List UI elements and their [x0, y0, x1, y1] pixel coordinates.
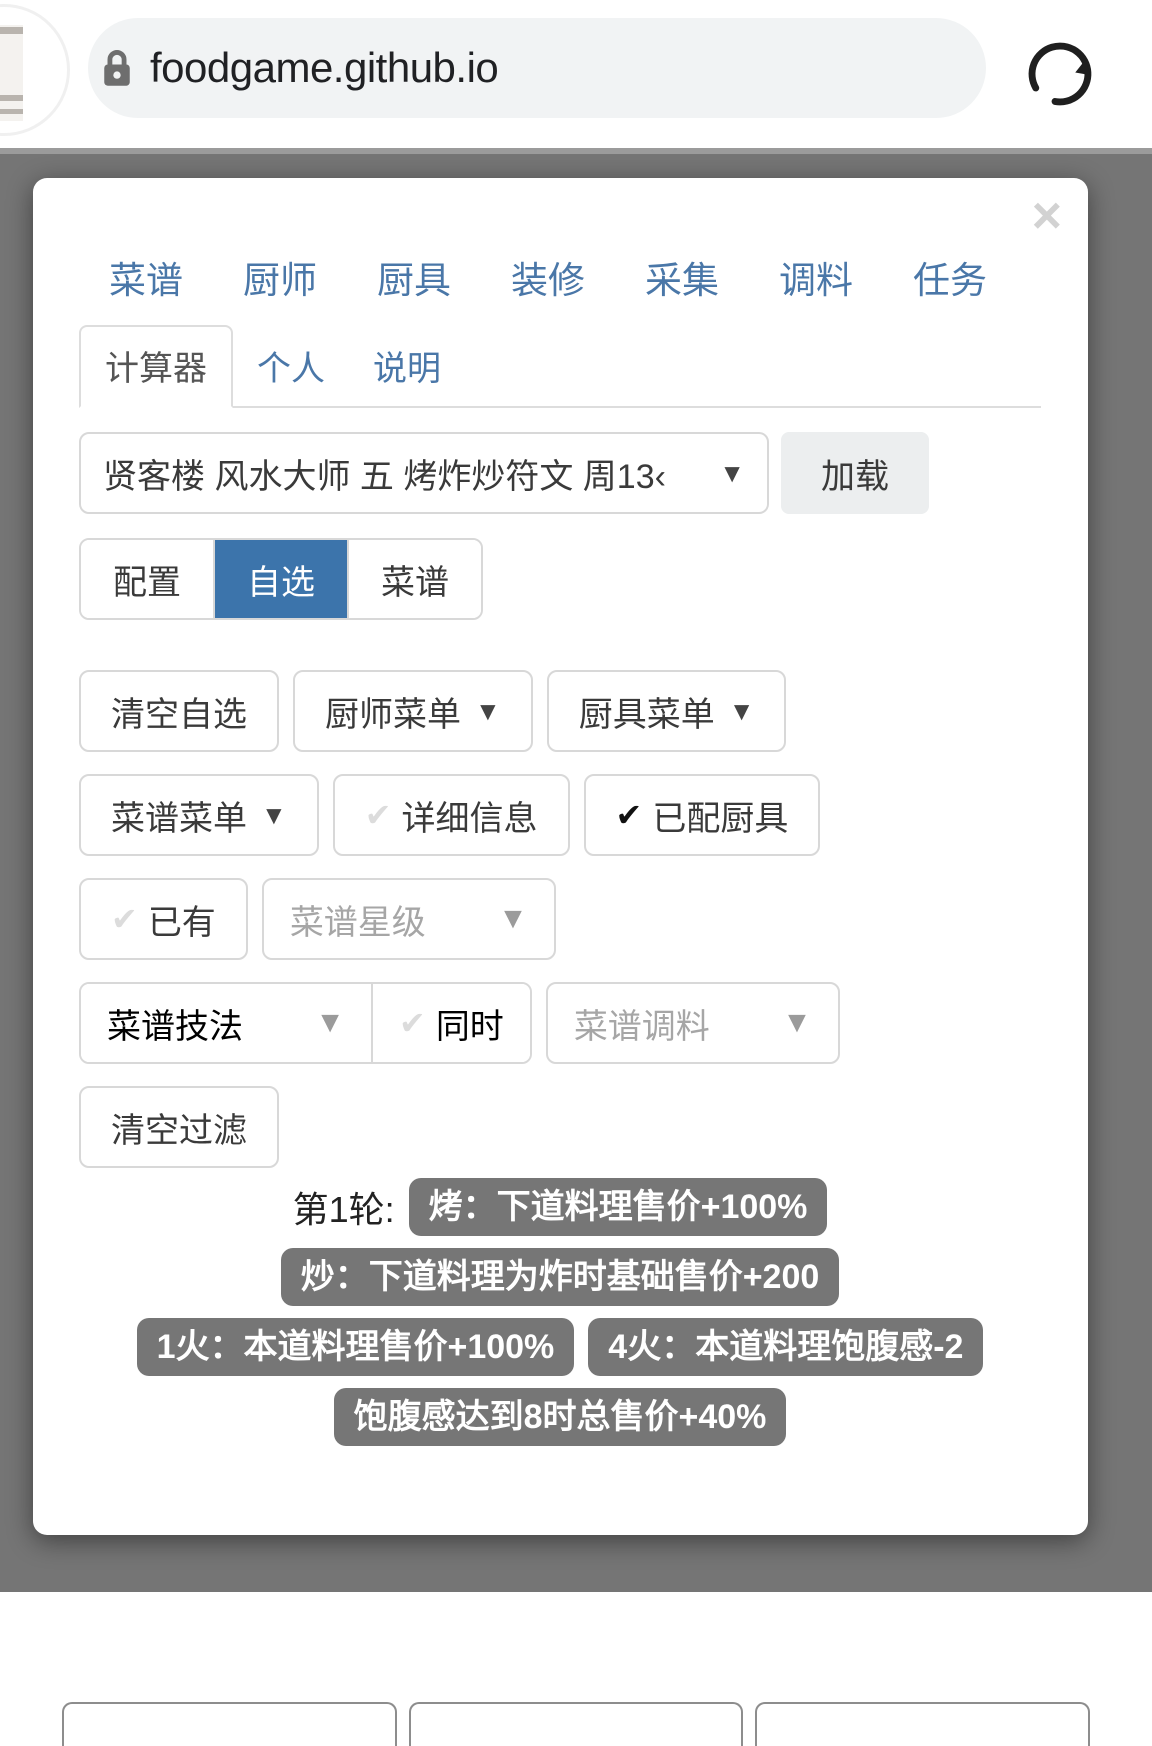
result-line-2: 炒：下道料理为炸时基础售价+200	[280, 1248, 840, 1307]
menu-row-1: 清空自选 厨师菜单 ▼ 厨具菜单 ▼	[79, 670, 787, 752]
mode-segmented-control: 配置 自选 菜谱	[79, 538, 483, 620]
round-label: 第1轮:	[292, 1189, 395, 1231]
recipe-stars-label: 菜谱星级	[289, 903, 426, 942]
chevron-down-icon: ▼	[315, 1006, 345, 1039]
background-card	[408, 1702, 744, 1746]
segment-config[interactable]: 配置	[81, 540, 215, 618]
chef-menu-dropdown[interactable]: 厨师菜单 ▼	[293, 670, 533, 752]
segment-custom[interactable]: 自选	[215, 540, 349, 618]
chevron-down-icon: ▼	[475, 696, 501, 726]
nav-tab-recipes[interactable]: 菜谱	[79, 244, 213, 310]
simultaneous-label: 同时	[435, 1007, 504, 1046]
recipe-menu-dropdown[interactable]: 菜谱菜单 ▼	[79, 774, 319, 856]
result-line-4: 饱腹感达到8时总售价+40%	[333, 1388, 787, 1447]
check-icon: ✔	[364, 797, 392, 833]
url-text: foodgame.github.io	[150, 44, 499, 91]
filter-row-2: 菜谱技法 ▼ ✔ 同时 菜谱调料 ▼	[79, 982, 840, 1064]
chevron-down-icon: ▼	[498, 902, 528, 935]
nav-tab-chefs[interactable]: 厨师	[213, 244, 347, 310]
filter-row-3: 清空过滤	[79, 1086, 279, 1168]
lock-icon	[100, 46, 134, 90]
clear-custom-button[interactable]: 清空自选	[79, 670, 279, 752]
sad-toast-favicon-icon	[0, 25, 23, 121]
skill-simultaneous-group: 菜谱技法 ▼ ✔ 同时	[79, 982, 532, 1064]
equipment-menu-dropdown[interactable]: 厨具菜单 ▼	[546, 670, 787, 752]
reload-icon	[1028, 42, 1092, 106]
nav-tab-gather[interactable]: 采集	[615, 244, 749, 310]
chevron-down-icon: ▼	[261, 800, 287, 830]
chef-menu-label: 厨师菜单	[325, 695, 461, 734]
recipe-skill-dropdown[interactable]: 菜谱技法 ▼	[81, 984, 373, 1062]
result-line-1: 第1轮: 烤：下道料理售价+100%	[292, 1178, 828, 1237]
recipe-condiment-dropdown[interactable]: 菜谱调料 ▼	[545, 982, 840, 1064]
background-card	[755, 1702, 1091, 1746]
results-panel: 第1轮: 烤：下道料理售价+100% 炒：下道料理为炸时基础售价+200 1火：…	[79, 1178, 1041, 1447]
background-card	[62, 1702, 397, 1746]
reload-button[interactable]	[1012, 26, 1108, 122]
filter-row-1: ✔ 已有 菜谱星级 ▼	[79, 878, 556, 960]
main-nav-tabs: 菜谱 厨师 厨具 装修 采集 调料 任务	[79, 244, 1017, 310]
segment-recipe[interactable]: 菜谱	[349, 540, 481, 618]
check-icon: ✔	[399, 1005, 426, 1041]
chevron-down-icon: ▼	[782, 1006, 812, 1039]
tab-calculator[interactable]: 计算器	[79, 325, 233, 408]
equipped-label: 已配厨具	[652, 799, 789, 838]
sub-nav-tabs: 计算器 个人 说明	[79, 325, 1041, 408]
chevron-down-icon: ▼	[719, 458, 745, 488]
result-line-3: 1火：本道料理售价+100% 4火：本道料理饱腹感-2	[136, 1318, 984, 1377]
effect-badge: 4火：本道料理饱腹感-2	[588, 1318, 984, 1377]
tab-instructions[interactable]: 说明	[349, 327, 465, 406]
effect-badge: 烤：下道料理售价+100%	[408, 1178, 828, 1237]
detail-info-toggle[interactable]: ✔ 详细信息	[332, 774, 570, 856]
menu-row-2: 菜谱菜单 ▼ ✔ 详细信息 ✔ 已配厨具	[79, 774, 821, 856]
nav-tab-decor[interactable]: 装修	[481, 244, 615, 310]
nav-tab-equipment[interactable]: 厨具	[347, 244, 481, 310]
load-button[interactable]: 加载	[781, 432, 929, 514]
preset-row: 贤客楼 风水大师 五 烤炸炒符文 周13‹ ▼ 加载	[79, 432, 929, 514]
recipe-condiment-label: 菜谱调料	[573, 1007, 710, 1046]
owned-toggle[interactable]: ✔ 已有	[79, 878, 248, 960]
close-icon[interactable]: ×	[1032, 190, 1062, 242]
address-bar[interactable]: foodgame.github.io	[88, 18, 986, 118]
nav-tab-condiment[interactable]: 调料	[749, 244, 883, 310]
effect-badge: 1火：本道料理售价+100%	[136, 1318, 575, 1377]
effect-badge: 饱腹感达到8时总售价+40%	[333, 1388, 787, 1447]
clear-filter-button[interactable]: 清空过滤	[79, 1086, 279, 1168]
calculator-modal: × 菜谱 厨师 厨具 装修 采集 调料 任务 计算器 个人 说明 贤客楼 风水大…	[33, 178, 1088, 1535]
nav-tab-quests[interactable]: 任务	[883, 244, 1017, 310]
detail-info-label: 详细信息	[401, 799, 538, 838]
chevron-down-icon: ▼	[728, 696, 755, 726]
check-icon: ✔	[111, 901, 138, 937]
preset-select-value: 贤客楼 风水大师 五 烤炸炒符文 周13‹	[103, 457, 666, 496]
recipe-skill-label: 菜谱技法	[107, 1007, 243, 1046]
tab-personal[interactable]: 个人	[233, 327, 349, 406]
browser-toolbar: foodgame.github.io	[0, 0, 1152, 148]
equipment-menu-label: 厨具菜单	[578, 695, 715, 734]
favicon	[0, 4, 70, 136]
recipe-menu-label: 菜谱菜单	[111, 799, 247, 838]
preset-select[interactable]: 贤客楼 风水大师 五 烤炸炒符文 周13‹ ▼	[79, 432, 769, 514]
check-icon: ✔	[615, 797, 643, 833]
background-cards	[62, 1702, 1091, 1746]
effect-badge: 炒：下道料理为炸时基础售价+200	[280, 1248, 840, 1307]
equipped-toggle[interactable]: ✔ 已配厨具	[583, 774, 821, 856]
owned-label: 已有	[147, 903, 216, 942]
recipe-stars-dropdown[interactable]: 菜谱星级 ▼	[261, 878, 556, 960]
simultaneous-toggle[interactable]: ✔ 同时	[373, 984, 530, 1062]
